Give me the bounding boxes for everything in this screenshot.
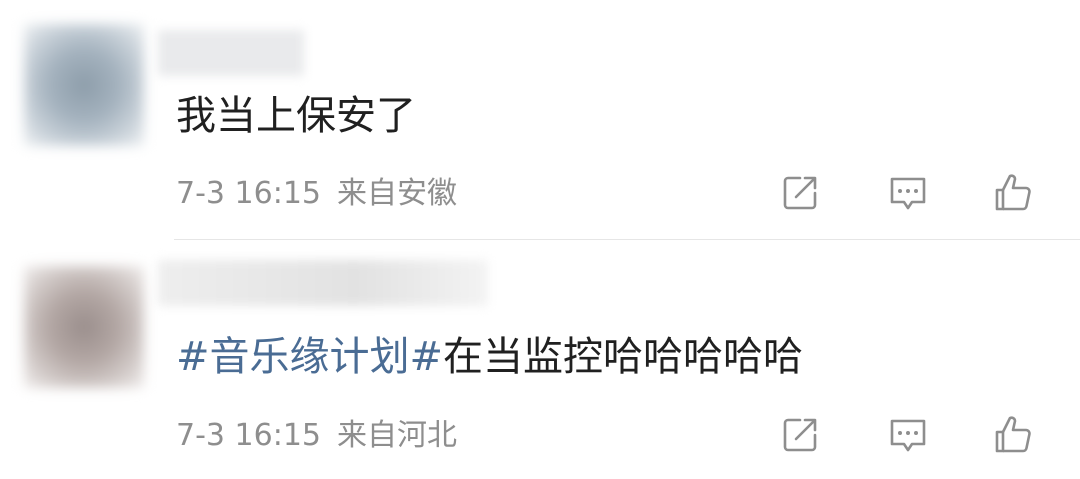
thumbs-up-icon	[995, 174, 1031, 211]
comment-time: 7-3 16:15	[176, 418, 321, 453]
comment-meta: 7-3 16:15 来自河北	[176, 418, 457, 454]
comment-location: 来自河北	[337, 418, 457, 453]
comment-button[interactable]	[885, 170, 931, 216]
like-button[interactable]	[990, 170, 1036, 216]
share-button[interactable]	[777, 412, 823, 458]
comment-text: #音乐缘计划#在当监控哈哈哈哈哈	[176, 333, 803, 381]
share-icon	[783, 176, 817, 210]
avatar[interactable]	[24, 266, 144, 388]
comment-item: 我当上保安了 7-3 16:15 来自安徽	[0, 0, 1080, 240]
username-blurred[interactable]	[158, 260, 488, 306]
hashtag-link[interactable]: #音乐缘计划#	[176, 334, 443, 380]
comment-item: #音乐缘计划#在当监控哈哈哈哈哈 7-3 16:15 来自河北	[0, 240, 1080, 479]
comment-body: 我当上保安了	[176, 93, 416, 139]
comment-body: 在当监控哈哈哈哈哈	[443, 334, 804, 380]
comment-icon	[890, 177, 926, 210]
comment-button[interactable]	[885, 412, 931, 458]
comment-text: 我当上保安了	[176, 92, 416, 140]
comment-time: 7-3 16:15	[176, 176, 321, 211]
comment-icon	[890, 419, 926, 452]
avatar[interactable]	[24, 24, 144, 146]
comment-meta: 7-3 16:15 来自安徽	[176, 176, 457, 212]
share-icon	[783, 418, 817, 452]
comment-location: 来自安徽	[337, 176, 457, 211]
username-blurred[interactable]	[158, 30, 304, 76]
share-button[interactable]	[777, 170, 823, 216]
thumbs-up-icon	[995, 416, 1031, 453]
like-button[interactable]	[990, 412, 1036, 458]
